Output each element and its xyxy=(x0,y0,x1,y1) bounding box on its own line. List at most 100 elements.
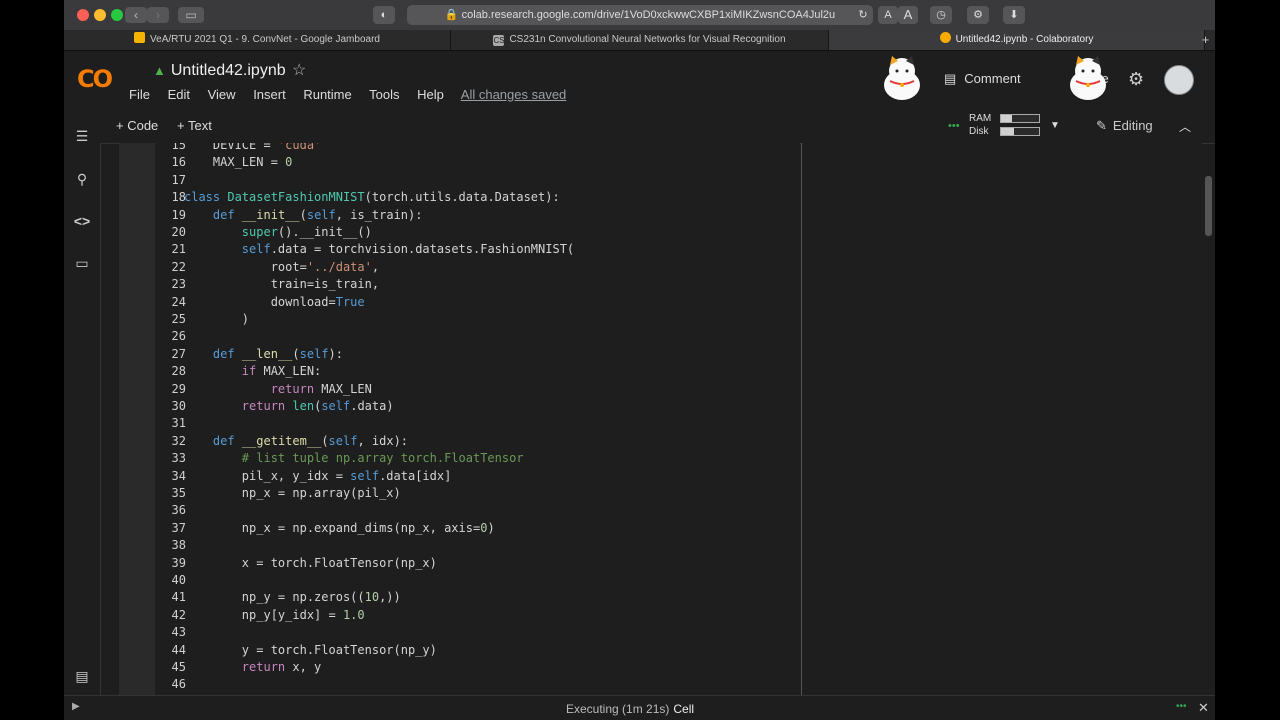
address-bar[interactable]: 🔒 colab.research.google.com/drive/1VoD0x… xyxy=(407,5,873,25)
text-larger-button[interactable]: A xyxy=(898,6,918,24)
colab-favicon-icon xyxy=(939,32,951,43)
sidebar-toggle-icon[interactable]: ▭ xyxy=(178,7,204,23)
reload-icon[interactable]: ↻ xyxy=(852,6,874,24)
tab-strip: VeA/RTU 2021 Q1 - 9. ConvNet - Google Ja… xyxy=(64,30,1215,51)
download-icon[interactable]: ⬇ xyxy=(1003,6,1025,24)
colab-header: CO ▲ Untitled42.ipynb ☆ File Edit View In… xyxy=(64,51,1215,108)
minimize-window-button[interactable] xyxy=(94,9,106,21)
star-icon[interactable]: ☆ xyxy=(292,60,306,80)
notebook-toolbar: + Code + Text ••• RAM Disk ▼ ✎ Editing ︿ xyxy=(64,109,1215,144)
cat-sticker-icon xyxy=(1070,56,1106,100)
line-number: 22 xyxy=(171,259,186,274)
settings-gear-icon[interactable]: ⚙ xyxy=(1128,69,1144,90)
code-line[interactable]: class DatasetFashionMNIST(torch.utils.da… xyxy=(184,189,560,206)
code-line[interactable]: np_x = np.array(pil_x) xyxy=(184,485,401,502)
add-code-button[interactable]: + Code xyxy=(116,118,158,133)
code-line[interactable]: download=True xyxy=(184,294,365,311)
scrollbar[interactable] xyxy=(1205,176,1212,236)
text-smaller-button[interactable]: A xyxy=(878,6,898,24)
code-line[interactable]: DEVICE = 'cuda' xyxy=(184,143,321,154)
line-number: 41 xyxy=(171,590,186,605)
add-text-button[interactable]: + Text xyxy=(177,118,212,133)
menu-edit[interactable]: Edit xyxy=(168,87,190,102)
save-status-link[interactable]: All changes saved xyxy=(461,87,567,102)
code-line[interactable]: root='../data', xyxy=(184,259,379,276)
line-number: 43 xyxy=(171,625,186,640)
code-line[interactable]: def __init__(self, is_train): xyxy=(184,207,423,224)
code-line[interactable]: self.data = torchvision.datasets.Fashion… xyxy=(184,241,574,258)
code-line[interactable]: def __len__(self): xyxy=(184,346,343,363)
search-icon[interactable]: ⚲ xyxy=(72,170,92,188)
code-editor[interactable]: 15 DEVICE = 'cuda' 16 MAX_LEN = 0 17 18 clas… xyxy=(156,143,800,695)
line-number: 37 xyxy=(171,520,186,535)
menu-runtime[interactable]: Runtime xyxy=(303,87,351,102)
line-number: 38 xyxy=(171,538,186,553)
code-line[interactable]: np_x = np.expand_dims(np_x, axis=0) xyxy=(184,520,495,537)
jamboard-favicon-icon xyxy=(134,32,146,43)
back-button[interactable]: ‹ xyxy=(125,7,147,23)
code-snippets-icon[interactable]: <> xyxy=(72,212,92,230)
code-line[interactable]: pil_x, y_idx = self.data[idx] xyxy=(184,468,452,485)
tab-jamboard[interactable]: VeA/RTU 2021 Q1 - 9. ConvNet - Google Ja… xyxy=(64,30,451,50)
menu-help[interactable]: Help xyxy=(417,87,444,102)
line-number: 36 xyxy=(171,503,186,518)
history-icon[interactable]: ◷ xyxy=(930,6,952,24)
line-number: 16 xyxy=(171,155,186,170)
terminal-icon[interactable]: ▤ xyxy=(72,667,92,685)
code-line[interactable]: return len(self.data) xyxy=(184,398,394,415)
browser-window: ‹ › ▭ ◐ 🔒 colab.research.google.com/driv… xyxy=(64,0,1215,720)
status-dots-icon: ••• xyxy=(1176,701,1187,712)
privacy-shield-icon[interactable]: ◐ xyxy=(373,6,395,24)
zoom-window-button[interactable] xyxy=(111,9,123,21)
code-line[interactable]: return MAX_LEN xyxy=(184,381,372,398)
code-line[interactable]: ) xyxy=(184,311,249,328)
close-status-icon[interactable]: ✕ xyxy=(1198,700,1209,716)
pencil-icon: ✎ xyxy=(1096,118,1107,133)
code-line[interactable]: train=is_train, xyxy=(184,276,379,293)
files-folder-icon[interactable]: ▭ xyxy=(72,254,92,272)
code-line[interactable]: np_y = np.zeros((10,)) xyxy=(184,589,401,606)
code-line[interactable]: super().__init__() xyxy=(184,224,372,241)
resource-monitor[interactable]: RAM Disk xyxy=(969,112,991,138)
colab-logo[interactable]: CO xyxy=(77,65,113,93)
tab-colab[interactable]: Untitled42.ipynb - Colaboratory xyxy=(829,30,1205,50)
cell-output-area xyxy=(801,143,1202,695)
code-line[interactable]: x = torch.FloatTensor(np_x) xyxy=(184,555,437,572)
code-line[interactable]: if MAX_LEN: xyxy=(184,363,321,380)
status-bar: ▶ Executing (1m 21s) Cell ••• ✕ xyxy=(64,695,1215,720)
line-number: 35 xyxy=(171,486,186,500)
executing-cell-link[interactable]: Cell xyxy=(673,702,694,716)
code-line[interactable]: return x, y xyxy=(184,659,321,676)
toc-icon[interactable]: ☰ xyxy=(72,127,92,145)
expand-arrow-icon[interactable]: ▶ xyxy=(72,701,80,712)
browser-toolbar: ‹ › ▭ ◐ 🔒 colab.research.google.com/driv… xyxy=(64,0,1215,30)
line-number: 28 xyxy=(171,364,186,379)
forward-button[interactable]: › xyxy=(147,7,169,23)
cell-run-gutter[interactable] xyxy=(119,143,155,695)
new-tab-button[interactable]: + xyxy=(1196,30,1215,50)
code-line[interactable]: # list tuple np.array torch.FloatTensor xyxy=(184,450,524,467)
line-number: 32 xyxy=(171,433,186,448)
execution-status: Executing (1m 21s) Cell xyxy=(566,702,695,716)
cat-sticker-icon xyxy=(884,56,920,100)
code-line[interactable]: np_y[y_idx] = 1.0 xyxy=(184,607,365,624)
code-line[interactable]: y = torch.FloatTensor(np_y) xyxy=(184,642,437,659)
drive-icon: ▲ xyxy=(153,63,166,78)
settings-gear-icon[interactable]: ⚙ xyxy=(967,6,989,24)
line-number: 20 xyxy=(171,225,186,239)
code-line[interactable]: def __getitem__(self, idx): xyxy=(184,433,408,450)
menu-file[interactable]: File xyxy=(129,87,150,102)
close-window-button[interactable] xyxy=(77,9,89,21)
tab-cs231n[interactable]: CS CS231n Convolutional Neural Networks f… xyxy=(451,30,829,50)
menu-view[interactable]: View xyxy=(208,87,236,102)
menu-insert[interactable]: Insert xyxy=(253,87,286,102)
avatar[interactable] xyxy=(1164,65,1194,95)
code-line[interactable]: MAX_LEN = 0 xyxy=(184,154,293,171)
notebook-title[interactable]: ▲ Untitled42.ipynb xyxy=(153,62,286,80)
resource-dropdown-chevron-icon[interactable]: ▼ xyxy=(1050,120,1060,131)
line-number: 25 xyxy=(171,312,186,326)
collapse-chevron-up-icon[interactable]: ︿ xyxy=(1179,118,1191,135)
editing-mode-button[interactable]: ✎ Editing xyxy=(1096,118,1153,134)
menu-tools[interactable]: Tools xyxy=(369,87,399,102)
comment-button[interactable]: ▤ Comment xyxy=(944,71,1021,87)
